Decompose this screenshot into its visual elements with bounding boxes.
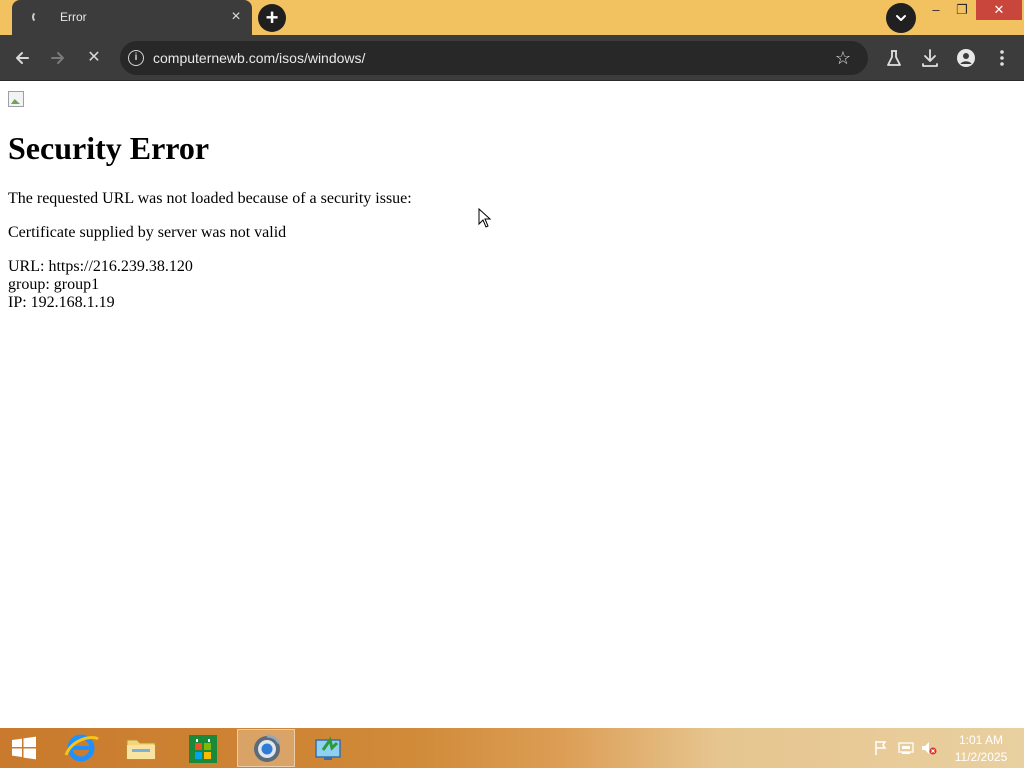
chevron-down-icon (896, 15, 906, 21)
window-minimize-button[interactable]: – (924, 0, 948, 20)
taskbar-chrome[interactable] (237, 729, 295, 767)
detail-group: group: group1 (8, 276, 100, 293)
tab-strip: Error × + – ❐ ✕ (0, 0, 1024, 35)
loading-spinner-icon (32, 11, 44, 23)
taskbar-app[interactable] (299, 729, 357, 767)
window-restore-button[interactable]: ❐ (950, 0, 974, 20)
detail-url: URL: https://216.239.38.120 (8, 258, 193, 275)
new-tab-button[interactable]: + (258, 4, 286, 32)
tab-search-button[interactable] (886, 3, 916, 33)
back-button[interactable] (9, 45, 35, 71)
forward-button[interactable] (45, 45, 71, 71)
error-details: URL: https://216.239.38.120 group: group… (8, 258, 193, 312)
taskbar: 1:01 AM 11/2/2025 (0, 728, 1024, 768)
app-monitor-icon (315, 736, 341, 760)
network-icon[interactable] (898, 740, 914, 756)
back-arrow-icon (16, 52, 29, 64)
window-close-button[interactable]: ✕ (976, 0, 1022, 20)
error-reason: Certificate supplied by server was not v… (8, 224, 287, 241)
volume-muted-icon[interactable] (921, 740, 937, 756)
url-text[interactable]: computernewb.com/isos/windows/ (153, 50, 365, 66)
start-button[interactable] (6, 734, 42, 762)
chrome-icon (254, 734, 281, 762)
page-content: Security Error The requested URL was not… (0, 82, 1024, 728)
forward-arrow-icon (51, 52, 64, 64)
clock-date[interactable]: 11/2/2025 (946, 750, 1016, 764)
address-bar[interactable]: i computernewb.com/isos/windows/ ☆ (120, 41, 868, 75)
download-icon[interactable] (917, 45, 943, 71)
stop-button[interactable]: ✕ (81, 45, 107, 71)
labs-flask-icon[interactable] (881, 45, 907, 71)
store-icon (189, 735, 217, 763)
windows-logo-icon (12, 736, 36, 760)
site-info-icon[interactable]: i (128, 50, 144, 66)
browser-toolbar: ✕ i computernewb.com/isos/windows/ ☆ (0, 35, 1024, 81)
taskbar-store[interactable] (174, 729, 232, 767)
broken-image-icon (8, 91, 24, 107)
clock-time[interactable]: 1:01 AM (946, 733, 1016, 747)
tab-close-button[interactable]: × (226, 7, 246, 27)
taskbar-file-explorer[interactable] (112, 729, 170, 767)
menu-icon[interactable] (989, 45, 1015, 71)
page-title: Security Error (8, 130, 210, 166)
bookmark-star-icon[interactable]: ☆ (832, 47, 854, 69)
mouse-cursor-icon (478, 208, 492, 228)
stop-icon: ✕ (87, 49, 101, 66)
profile-icon[interactable] (953, 45, 979, 71)
action-center-flag-icon[interactable] (873, 740, 889, 756)
internet-explorer-icon (64, 734, 99, 762)
error-message: The requested URL was not loaded because… (8, 190, 412, 207)
folder-icon (126, 739, 156, 760)
tab-title: Error (60, 10, 87, 24)
tab-active[interactable]: Error × (12, 0, 252, 35)
detail-ip: IP: 192.168.1.19 (8, 294, 115, 311)
taskbar-internet-explorer[interactable] (52, 729, 110, 767)
